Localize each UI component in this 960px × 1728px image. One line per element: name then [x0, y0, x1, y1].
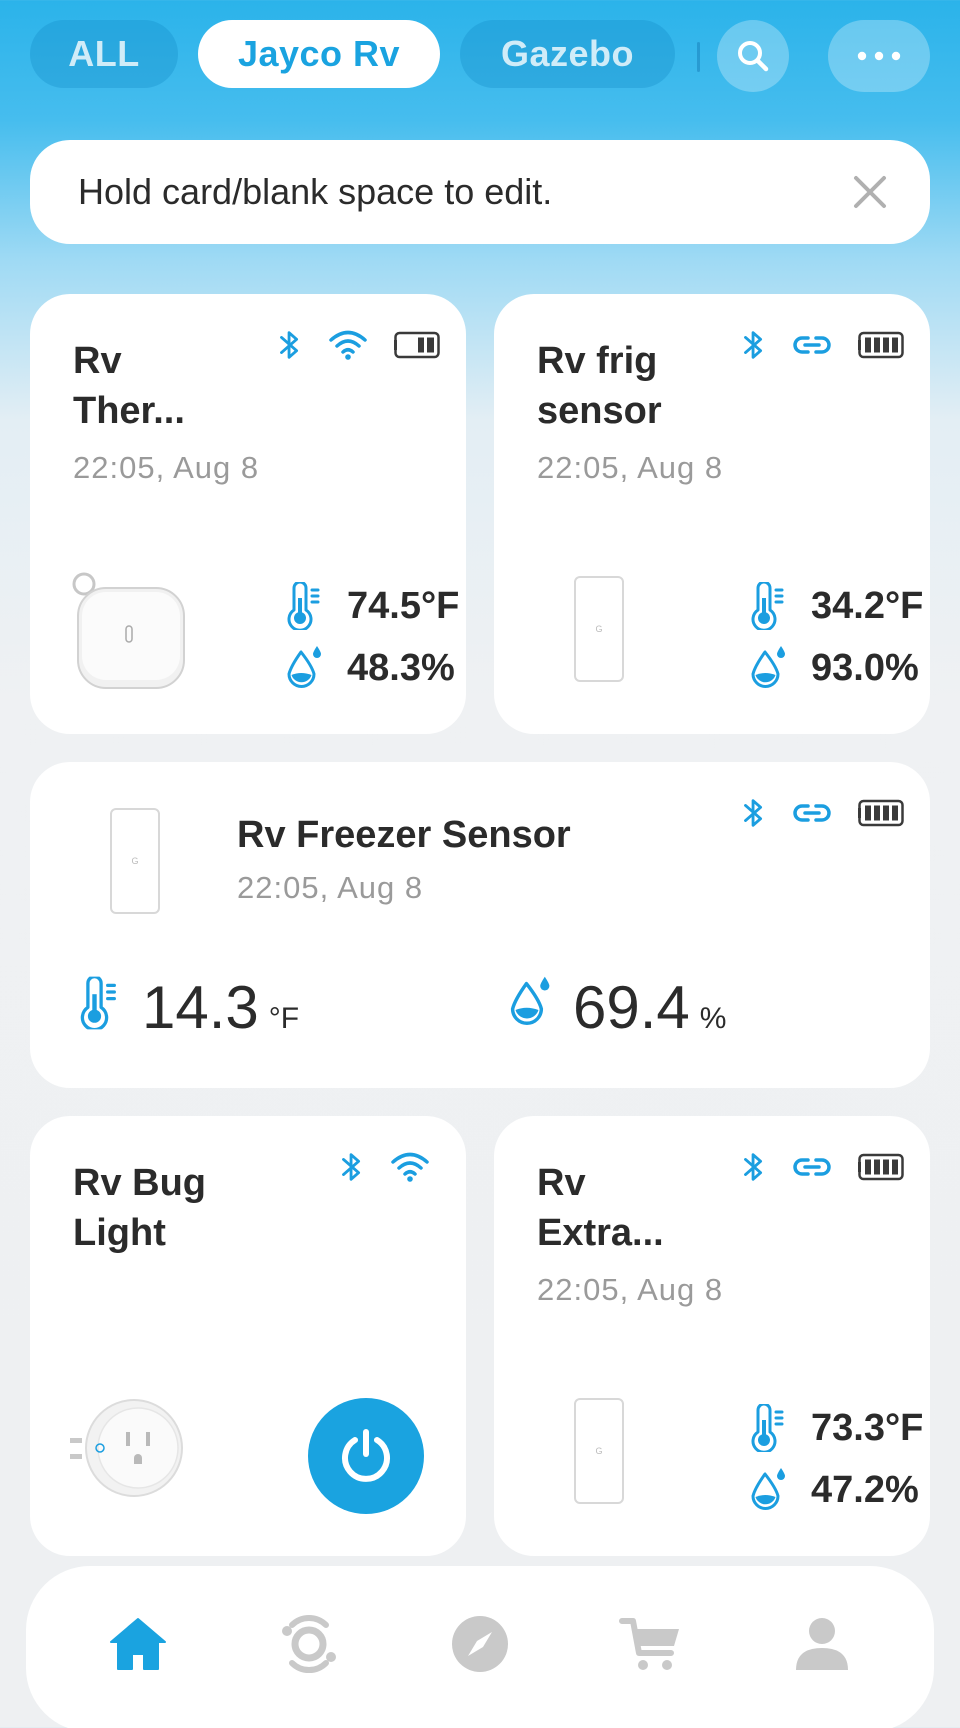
bluetooth-icon	[742, 328, 766, 362]
humidity-value: 93.0%	[811, 646, 919, 689]
thermometer-device-image	[72, 572, 185, 689]
last-updated-time: 22:05, Aug 8	[237, 870, 424, 905]
search-button[interactable]	[717, 20, 789, 92]
link-icon	[792, 333, 832, 357]
device-card-rv-frig-sensor[interactable]: Rv frig sensor 22:05, Aug 8 G 34.2°F 93.…	[494, 294, 930, 734]
close-icon[interactable]	[848, 170, 892, 214]
thermometer-icon	[749, 1404, 789, 1452]
nav-profile[interactable]	[782, 1604, 862, 1684]
humidity-reading: 48.3%	[285, 644, 455, 692]
cart-icon	[619, 1618, 679, 1670]
status-icons	[742, 1150, 904, 1184]
edit-hint-text: Hold card/blank space to edit.	[78, 171, 553, 212]
temperature-value: 34.2°F	[811, 584, 924, 627]
humidity-icon	[749, 1466, 789, 1514]
home-icon	[110, 1618, 166, 1670]
sensor-device-image: G	[574, 576, 624, 682]
bottom-nav	[26, 1566, 934, 1728]
temperature-value: 73.3°F	[811, 1406, 924, 1449]
thermometer-icon	[78, 974, 122, 1032]
humidity-value: 48.3%	[347, 646, 455, 689]
humidity-icon	[749, 644, 789, 692]
nav-shop[interactable]	[611, 1604, 691, 1684]
bluetooth-icon	[340, 1150, 364, 1184]
card-title: Rv frig sensor	[537, 340, 662, 432]
temperature-unit: °F	[268, 1002, 300, 1035]
humidity-reading: 47.2%	[749, 1466, 919, 1514]
status-icons	[742, 328, 904, 362]
temperature-reading: 34.2°F	[749, 582, 923, 630]
sensor-device-image: G	[574, 1398, 624, 1504]
power-button[interactable]	[308, 1398, 424, 1514]
search-icon	[738, 41, 769, 72]
card-title: Rv Extra...	[537, 1162, 664, 1254]
device-card-rv-extra[interactable]: Rv Extra... 22:05, Aug 8 G 73.3°F 47.2%	[494, 1116, 930, 1556]
humidity-unit: %	[699, 1002, 727, 1035]
link-icon	[792, 801, 832, 825]
bluetooth-icon	[742, 1150, 766, 1184]
link-icon	[792, 1155, 832, 1179]
wifi-icon	[328, 329, 368, 361]
humidity-reading: 69.4 %	[573, 978, 726, 1038]
more-button[interactable]	[828, 20, 930, 92]
tab-divider	[697, 42, 700, 72]
nav-discover[interactable]	[440, 1604, 520, 1684]
wifi-icon	[390, 1151, 430, 1183]
thermometer-icon	[749, 582, 789, 630]
last-updated-time: 22:05, Aug 8	[537, 450, 724, 485]
device-card-rv-bug-light[interactable]: Rv Bug Light	[30, 1116, 466, 1556]
humidity-icon	[508, 974, 554, 1030]
profile-icon	[796, 1618, 848, 1670]
bluetooth-icon	[742, 796, 766, 830]
discover-icon	[452, 1616, 508, 1672]
temperature-reading: 73.3°F	[749, 1404, 923, 1452]
tab-gazebo[interactable]: Gazebo	[460, 20, 675, 88]
status-icons	[742, 796, 904, 830]
thermometer-icon	[285, 582, 325, 630]
tab-jayco-rv[interactable]: Jayco Rv	[198, 20, 440, 88]
humidity-value: 47.2%	[811, 1468, 919, 1511]
nav-home[interactable]	[98, 1604, 178, 1684]
humidity-value: 69.4	[573, 974, 690, 1041]
temperature-value: 74.5°F	[347, 584, 460, 627]
power-icon	[342, 1429, 390, 1482]
humidity-reading: 93.0%	[749, 644, 919, 692]
last-updated-time: 22:05, Aug 8	[537, 1272, 724, 1307]
device-card-rv-thermometer[interactable]: Rv Ther... 22:05, Aug 8 74.5°F 48.3%	[30, 294, 466, 734]
device-card-rv-freezer-sensor[interactable]: G Rv Freezer Sensor 22:05, Aug 8 14.3 °F…	[30, 762, 930, 1088]
temperature-reading: 14.3 °F	[142, 978, 299, 1038]
temperature-value: 14.3	[142, 974, 259, 1041]
humidity-icon	[285, 644, 325, 692]
nav-scenes[interactable]	[269, 1604, 349, 1684]
battery-full-icon	[858, 799, 904, 827]
card-title: Rv Freezer Sensor	[237, 814, 571, 856]
battery-full-icon	[858, 331, 904, 359]
edit-hint-banner: Hold card/blank space to edit.	[30, 140, 930, 244]
sensor-device-image: G	[110, 808, 160, 914]
tab-all[interactable]: ALL	[30, 20, 178, 88]
status-icons	[278, 328, 440, 362]
temperature-reading: 74.5°F	[285, 582, 459, 630]
last-updated-time: 22:05, Aug 8	[73, 450, 260, 485]
card-title: Rv Bug Light	[73, 1162, 206, 1254]
battery-half-icon	[394, 331, 440, 359]
status-icons	[340, 1150, 430, 1184]
more-icon	[857, 51, 901, 61]
battery-full-icon	[858, 1153, 904, 1181]
card-title: Rv Ther...	[73, 340, 185, 432]
scenes-icon	[282, 1614, 336, 1674]
smart-plug-device-image	[70, 1399, 183, 1497]
bluetooth-icon	[278, 328, 302, 362]
